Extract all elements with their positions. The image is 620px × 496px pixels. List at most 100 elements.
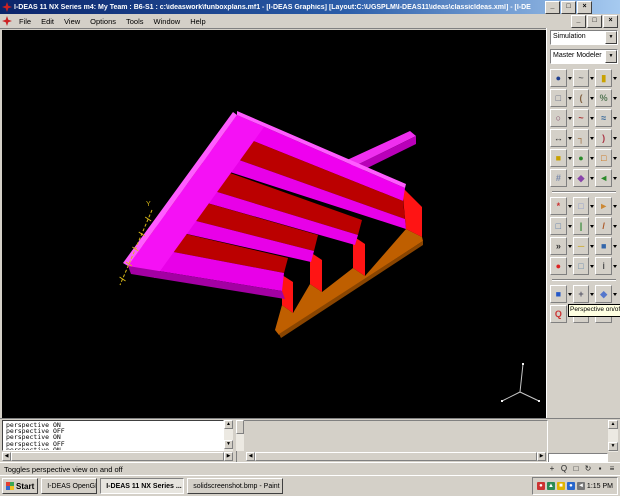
- sketch-arc-dropdown[interactable]: [590, 96, 595, 100]
- wireframe-view-dropdown[interactable]: [590, 292, 595, 296]
- application-dropdown[interactable]: Simulation ▼: [550, 30, 618, 45]
- menu-options[interactable]: Options: [85, 17, 121, 26]
- appearance-brush-dropdown[interactable]: [613, 224, 618, 228]
- taskbar-task-ideas[interactable]: I-DEAS 11 NX Series ...: [100, 478, 185, 494]
- catalog-icon[interactable]: ▮: [595, 69, 613, 87]
- message-list[interactable]: perspective ON perspective OFF perspective…: [2, 420, 224, 451]
- prompt-hscrollbar[interactable]: ◀ ▶: [246, 452, 546, 461]
- dangle-curve-icon[interactable]: ~: [572, 69, 590, 87]
- wireframe-view-icon[interactable]: +: [572, 285, 590, 303]
- part-library-dropdown[interactable]: [613, 156, 618, 160]
- wedge-icon[interactable]: ◆: [572, 169, 590, 187]
- tray-app-2-icon[interactable]: ▲: [546, 482, 555, 490]
- copy-icon[interactable]: □: [572, 197, 590, 215]
- history-tree-icon[interactable]: *: [550, 197, 567, 215]
- playback-dropdown[interactable]: [567, 244, 572, 248]
- chevron-down-icon[interactable]: ▼: [605, 31, 617, 44]
- trim-icon[interactable]: %: [595, 89, 613, 107]
- fillet-icon[interactable]: ): [595, 129, 613, 147]
- message-list-hscrollbar[interactable]: ◀ ▶: [2, 452, 233, 461]
- viewport-box-icon[interactable]: ▪: [594, 463, 606, 475]
- part-library-icon[interactable]: □: [595, 149, 613, 167]
- zoom-fit-icon[interactable]: □: [570, 463, 582, 475]
- panel-vscrollbar[interactable]: ▲ ▼: [608, 420, 618, 452]
- mdi-close-button[interactable]: ×: [603, 14, 618, 28]
- extrude-dropdown[interactable]: [567, 156, 572, 160]
- history-tree-dropdown[interactable]: [567, 204, 572, 208]
- minimize-button[interactable]: _: [545, 0, 560, 14]
- select-box-dropdown[interactable]: [590, 264, 595, 268]
- start-button[interactable]: Start: [2, 478, 39, 494]
- menu-window[interactable]: Window: [149, 17, 186, 26]
- wedge-dropdown[interactable]: [590, 176, 595, 180]
- corner-icon[interactable]: ┐: [572, 129, 590, 147]
- tray-app-1-icon[interactable]: ●: [536, 482, 545, 490]
- sketch-circle-dropdown[interactable]: [567, 116, 572, 120]
- dimension-dropdown[interactable]: [567, 136, 572, 140]
- mdi-minimize-button[interactable]: _: [571, 14, 586, 28]
- select-box-icon[interactable]: □: [572, 257, 590, 275]
- part-sphere-dropdown[interactable]: [567, 76, 572, 80]
- mdi-restore-button[interactable]: □: [587, 14, 602, 28]
- rotate-icon[interactable]: ↻: [582, 463, 594, 475]
- corner-dropdown[interactable]: [590, 136, 595, 140]
- appearance-brush-icon[interactable]: /: [595, 217, 613, 235]
- taskbar-task-paint[interactable]: solidscreenshot.bmp - Paint: [187, 478, 284, 494]
- zoom-view-icon[interactable]: Q: [550, 305, 567, 323]
- sketch-circle-icon[interactable]: ○: [550, 109, 567, 127]
- menu-tools[interactable]: Tools: [121, 17, 149, 26]
- menu-file[interactable]: File: [14, 17, 36, 26]
- tray-app-3-icon[interactable]: ■: [556, 482, 565, 490]
- tray-app-4-icon[interactable]: ●: [566, 482, 575, 490]
- measure-icon[interactable]: |: [572, 217, 590, 235]
- sketch-rectangle-icon[interactable]: □: [550, 89, 567, 107]
- flip-direction-icon[interactable]: ◄: [595, 169, 613, 187]
- zoom-icon[interactable]: Q: [558, 463, 570, 475]
- taskbar-task-ideas[interactable]: I-DEAS OpenGL: [41, 478, 98, 494]
- display-list-icon[interactable]: ≡: [606, 463, 618, 475]
- isometric-view-icon[interactable]: ◆: [595, 285, 613, 303]
- menu-view[interactable]: View: [59, 17, 85, 26]
- pattern-icon[interactable]: #: [550, 169, 567, 187]
- revolve-icon[interactable]: ●: [572, 149, 590, 167]
- manikin-icon[interactable]: i: [595, 257, 613, 275]
- manikin-dropdown[interactable]: [613, 264, 618, 268]
- spline-icon[interactable]: ~: [572, 109, 590, 127]
- spline-dropdown[interactable]: [590, 116, 595, 120]
- reference-plane-icon[interactable]: □: [550, 217, 567, 235]
- module-dropdown[interactable]: Master Modeler ▼: [550, 49, 618, 64]
- sketch-arc-icon[interactable]: (: [572, 89, 590, 107]
- tray-volume-icon[interactable]: ◄: [576, 482, 585, 490]
- offset-icon[interactable]: ≈: [595, 109, 613, 127]
- prompt-vscrollbar[interactable]: [236, 420, 244, 451]
- playback-icon[interactable]: »: [550, 237, 567, 255]
- chevron-down-icon[interactable]: ▼: [605, 50, 617, 63]
- ruler-icon[interactable]: ─: [572, 237, 590, 255]
- maximize-button[interactable]: □: [561, 0, 576, 14]
- pattern-dropdown[interactable]: [567, 176, 572, 180]
- clipboard-icon[interactable]: ■: [595, 237, 613, 255]
- clipboard-dropdown[interactable]: [613, 244, 618, 248]
- dangle-curve-dropdown[interactable]: [590, 76, 595, 80]
- shaded-view-dropdown[interactable]: [567, 292, 572, 296]
- isometric-view-dropdown[interactable]: [613, 292, 618, 296]
- catalog-dropdown[interactable]: [613, 76, 618, 80]
- ruler-dropdown[interactable]: [590, 244, 595, 248]
- offset-dropdown[interactable]: [613, 116, 618, 120]
- extrude-icon[interactable]: ■: [550, 149, 567, 167]
- shaded-view-icon[interactable]: ■: [550, 285, 567, 303]
- close-button[interactable]: ×: [577, 0, 592, 14]
- menu-help[interactable]: Help: [185, 17, 210, 26]
- move-dropdown[interactable]: [613, 204, 618, 208]
- move-icon[interactable]: ►: [595, 197, 613, 215]
- dimension-icon[interactable]: ↔: [550, 129, 567, 147]
- measure-dropdown[interactable]: [590, 224, 595, 228]
- pan-icon[interactable]: +: [546, 463, 558, 475]
- flip-direction-dropdown[interactable]: [613, 176, 618, 180]
- graphics-viewport[interactable]: Y: [2, 30, 546, 418]
- delete-eraser-icon[interactable]: ●: [550, 257, 567, 275]
- revolve-dropdown[interactable]: [590, 156, 595, 160]
- copy-dropdown[interactable]: [590, 204, 595, 208]
- fillet-dropdown[interactable]: [613, 136, 618, 140]
- message-list-vscrollbar[interactable]: ▲ ▼: [224, 420, 233, 451]
